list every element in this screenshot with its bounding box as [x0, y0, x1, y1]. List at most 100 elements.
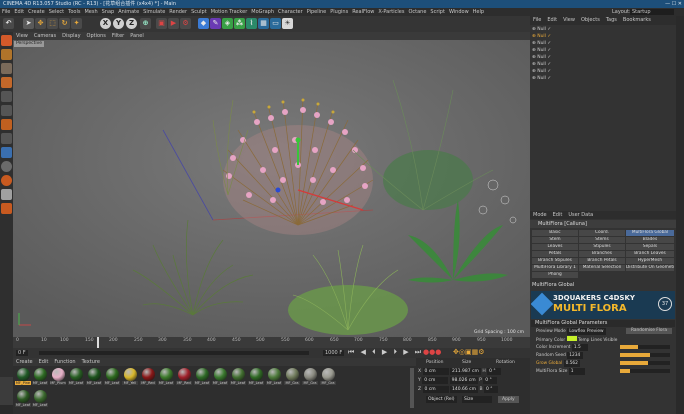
workplane-icon[interactable] — [1, 77, 12, 88]
render-view-icon[interactable]: ▶ — [168, 18, 179, 29]
tab-stems[interactable]: Stems — [579, 237, 625, 243]
material-swatch[interactable]: MF_Red — [176, 368, 192, 388]
deformer-icon[interactable]: ⌇ — [246, 18, 257, 29]
obj-menu-file[interactable]: File — [533, 17, 541, 23]
material-swatch[interactable]: MF_Gra — [284, 368, 300, 388]
material-swatch[interactable]: MF_Leaf — [194, 368, 210, 388]
rotation-h-field[interactable]: 0 ° — [487, 368, 502, 375]
obj-menu-objects[interactable]: Objects — [581, 17, 600, 23]
material-swatch[interactable]: MF_Leaf — [32, 390, 48, 410]
undo-icon[interactable]: ↶ — [3, 18, 14, 29]
material-swatch[interactable]: MF_Leaf — [158, 368, 174, 388]
y-axis-button[interactable]: Y — [113, 18, 124, 29]
rotate-icon[interactable]: ↻ — [59, 18, 70, 29]
material-scrollbar[interactable] — [410, 368, 414, 408]
material-swatch[interactable]: MF_Leaf — [248, 368, 264, 388]
preview-mode-select[interactable]: Lowflex Preview — [567, 328, 606, 335]
render-settings-icon[interactable]: ⚙ — [180, 18, 191, 29]
apply-button[interactable]: Apply — [498, 396, 519, 403]
material-swatch[interactable]: MF_Gra — [302, 368, 318, 388]
size-y-field[interactable]: 98.026 cm — [449, 377, 478, 384]
obj-menu-tags[interactable]: Tags — [606, 17, 617, 23]
menu-mograph[interactable]: MoGraph — [251, 9, 274, 15]
rotation-b-field[interactable]: 0 ° — [483, 386, 498, 393]
randomise-flora-button[interactable]: Randomise Flora — [626, 328, 672, 334]
mat-menu-function[interactable]: Function — [54, 359, 75, 365]
tab-branch-leaves[interactable]: Branch Leaves — [626, 251, 674, 257]
primary-color-swatch[interactable] — [566, 336, 577, 341]
position-z-field[interactable]: 0 cm — [422, 386, 449, 393]
tab-library-1[interactable]: MultiFlora Library 1 — [532, 265, 578, 271]
tab-sepals[interactable]: Sepals — [626, 244, 674, 250]
start-frame-field[interactable]: 0 F — [16, 350, 28, 356]
attr-menu-edit[interactable]: Edit — [553, 212, 563, 218]
tab-stipules[interactable]: Stipules — [579, 244, 625, 250]
material-swatch[interactable]: MF_Yell — [122, 368, 138, 388]
tab-branch-stipules[interactable]: Branch Stipules — [532, 258, 578, 264]
object-row[interactable]: ⊕ Null ✓ — [532, 48, 551, 54]
object-row[interactable]: ⊕ Null ✓ — [532, 41, 551, 47]
attr-menu-mode[interactable]: Mode — [533, 212, 547, 218]
vp-menu-cameras[interactable]: Cameras — [34, 33, 56, 39]
menu-character[interactable]: Character — [278, 9, 303, 15]
planar-workplane-icon[interactable] — [1, 203, 12, 214]
material-swatch[interactable]: MF_Leaf — [32, 368, 48, 388]
size-mode-select[interactable]: Size — [462, 396, 492, 403]
material-swatch[interactable]: MF_Gra — [320, 368, 336, 388]
object-row[interactable]: ⊕ Null ✓ — [532, 27, 551, 33]
material-swatch[interactable]: MF_Leaf — [230, 368, 246, 388]
attr-menu-userdata[interactable]: User Data — [568, 212, 593, 218]
material-swatch[interactable]: MF_Leaf — [104, 368, 120, 388]
tab-distribute-on-geometry[interactable]: Distribute On Geometry — [626, 265, 674, 271]
menu-window[interactable]: Window — [449, 9, 469, 15]
transport-controls[interactable]: ⏮ ◀ ⏴ ▶ ⏵ ▶ ⏭ — [348, 348, 423, 357]
menu-simulate[interactable]: Simulate — [143, 9, 165, 15]
rotation-p-field[interactable]: 0 ° — [483, 377, 498, 384]
playhead[interactable] — [97, 337, 99, 348]
record-keys-icon[interactable]: ●●● — [423, 348, 441, 356]
scale-icon[interactable]: ⬚ — [47, 18, 58, 29]
key-mode-icons[interactable]: ✥◎▣▦⚙ — [453, 348, 484, 356]
material-swatch[interactable]: MF_Red — [140, 368, 156, 388]
menu-script[interactable]: Script — [430, 9, 445, 15]
material-swatch[interactable]: MF_Plum — [50, 368, 66, 388]
color-increment-field[interactable]: 1.5 — [571, 344, 588, 351]
mat-menu-create[interactable]: Create — [16, 359, 33, 365]
menu-sculpt[interactable]: Sculpt — [191, 9, 207, 15]
size-z-field[interactable]: 140.66 cm — [449, 386, 479, 393]
menu-snap[interactable]: Snap — [102, 9, 115, 15]
timeline-ruler[interactable]: 0 10 100 150 200 250 300 350 400 450 500… — [13, 337, 530, 348]
menu-xparticles[interactable]: X-Particles — [378, 9, 404, 15]
position-y-field[interactable]: 0 cm — [422, 377, 449, 384]
tab-multiflora-global[interactable]: MultiFlora Global — [626, 230, 674, 236]
vp-menu-panel[interactable]: Panel — [130, 33, 144, 39]
menu-mesh[interactable]: Mesh — [84, 9, 97, 15]
tab-petals[interactable]: Petals — [532, 251, 578, 257]
grow-global-slider[interactable] — [620, 361, 670, 365]
model-mode-icon[interactable] — [1, 49, 12, 60]
material-swatch[interactable]: MF_Leaf — [266, 368, 282, 388]
coord-mode-select[interactable]: Object (Rel) — [426, 396, 457, 403]
tab-leaves[interactable]: Leaves — [532, 244, 578, 250]
menu-octane[interactable]: Octane — [408, 9, 426, 15]
random-seed-slider[interactable] — [620, 353, 670, 357]
pen-icon[interactable]: ✎ — [210, 18, 221, 29]
window-controls[interactable]: — ☐ ✕ — [665, 0, 682, 8]
axis-mode-icon[interactable] — [1, 133, 12, 144]
random-seed-field[interactable]: 1234 — [567, 352, 584, 359]
material-swatch[interactable]: MF_Leaf — [68, 368, 84, 388]
coordinate-system-icon[interactable]: ⊕ — [140, 18, 151, 29]
floor-icon[interactable]: ▦ — [258, 18, 269, 29]
menu-realflow[interactable]: RealFlow — [352, 9, 374, 15]
color-increment-slider[interactable] — [620, 345, 670, 349]
menu-motion-tracker[interactable]: Motion Tracker — [211, 9, 248, 15]
menu-tools[interactable]: Tools — [68, 9, 80, 15]
z-axis-button[interactable]: Z — [126, 18, 137, 29]
material-swatch[interactable]: MF_Leaf — [86, 368, 102, 388]
snap-icon[interactable] — [1, 161, 12, 172]
menu-help[interactable]: Help — [473, 9, 484, 15]
polygons-mode-icon[interactable] — [1, 119, 12, 130]
render-region-icon[interactable]: ▣ — [156, 18, 167, 29]
object-row[interactable]: ⊕ Null ✓ — [532, 34, 551, 40]
right-side-tabs[interactable] — [676, 16, 684, 414]
